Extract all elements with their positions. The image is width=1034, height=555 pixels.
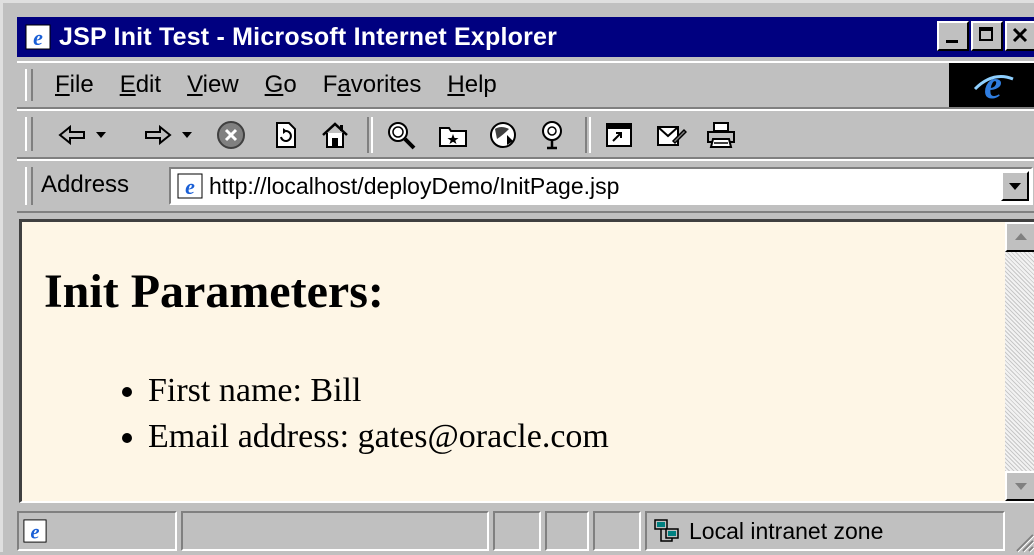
channels-icon <box>542 121 562 150</box>
page-status-icon: e <box>23 519 47 543</box>
page-icon: e <box>177 173 203 199</box>
status-panel-zone: Local intranet zone <box>645 511 1005 551</box>
close-button[interactable] <box>1005 21 1034 51</box>
browser-window: e JSP Init Test - Microsoft Internet Exp… <box>0 0 1034 555</box>
back-icon <box>58 124 106 146</box>
fullscreen-button[interactable] <box>601 117 637 153</box>
arrow-up-icon <box>1015 233 1027 240</box>
address-dropdown-button[interactable] <box>1001 171 1029 201</box>
address-grip[interactable] <box>25 167 33 205</box>
menu-favorites[interactable]: Favorites <box>323 71 422 99</box>
menu-grip[interactable] <box>25 69 33 101</box>
zone-label: Local intranet zone <box>689 517 884 544</box>
favorites-button[interactable] <box>435 117 471 153</box>
menu-view[interactable]: View <box>187 71 239 99</box>
resize-grip-icon[interactable] <box>1011 529 1034 553</box>
toolbar-grip[interactable] <box>25 117 33 151</box>
address-input[interactable]: e http://localhost/deployDemo/InitPage.j… <box>169 167 1033 205</box>
svg-text:e: e <box>984 65 1002 105</box>
ie-logo-icon: e <box>973 65 1014 105</box>
page-content: Init Parameters: First name: Bill Email … <box>22 222 1002 501</box>
list-item: First name: Bill <box>148 368 609 414</box>
maximize-icon <box>979 27 993 41</box>
minimize-button[interactable] <box>937 21 969 51</box>
toolbar-separator <box>367 117 373 153</box>
menu-help[interactable]: Help <box>447 71 496 99</box>
arrow-down-icon <box>1015 483 1027 490</box>
stop-button[interactable] <box>213 117 249 153</box>
print-button[interactable] <box>703 117 739 153</box>
stop-icon <box>217 121 245 149</box>
address-bar: Address e http://localhost/deployDemo/In… <box>17 159 1034 213</box>
back-button[interactable] <box>51 117 117 153</box>
menu-file[interactable]: File <box>55 71 94 99</box>
mail-button[interactable] <box>653 117 689 153</box>
page-heading: Init Parameters: <box>44 265 384 318</box>
history-button[interactable] <box>485 117 521 153</box>
menu-go[interactable]: Go <box>265 71 297 99</box>
param-list: First name: Bill Email address: gates@or… <box>108 368 609 460</box>
svg-text:e: e <box>30 521 39 543</box>
print-icon <box>707 122 735 148</box>
menu-bar: File Edit View Go Favorites Help e <box>17 61 1034 109</box>
mail-icon <box>657 126 687 146</box>
forward-icon <box>145 124 192 146</box>
fullscreen-icon <box>606 123 632 147</box>
list-item: Email address: gates@oracle.com <box>148 414 609 460</box>
ie-page-icon: e <box>23 22 53 52</box>
status-panel-main: e <box>17 511 177 551</box>
intranet-zone-icon <box>654 519 679 542</box>
svg-text:e: e <box>185 174 195 199</box>
toolbar-separator <box>585 117 591 153</box>
close-icon <box>1012 27 1028 43</box>
search-icon <box>388 122 416 150</box>
status-panel <box>493 511 541 551</box>
status-panel-progress <box>181 511 489 551</box>
status-bar: e Local intranet zone <box>17 507 1034 555</box>
status-panel <box>593 511 641 551</box>
refresh-icon <box>276 122 296 148</box>
svg-text:e: e <box>33 25 43 50</box>
address-url[interactable]: http://localhost/deployDemo/InitPage.jsp <box>209 173 619 200</box>
maximize-button[interactable] <box>971 21 1003 51</box>
forward-button[interactable] <box>137 117 203 153</box>
home-button[interactable] <box>317 117 353 153</box>
page-viewport: Init Parameters: First name: Bill Email … <box>19 219 1034 503</box>
standard-toolbar <box>17 109 1034 159</box>
history-icon <box>490 122 516 148</box>
address-label: Address <box>41 171 130 198</box>
search-button[interactable] <box>383 117 419 153</box>
ie-logo: e <box>949 63 1034 107</box>
status-panel <box>545 511 589 551</box>
home-icon <box>322 122 348 148</box>
title-bar[interactable]: e JSP Init Test - Microsoft Internet Exp… <box>17 17 1034 57</box>
menu-edit[interactable]: Edit <box>120 71 161 99</box>
window-title: JSP Init Test - Microsoft Internet Explo… <box>59 22 558 51</box>
refresh-button[interactable] <box>267 117 303 153</box>
channels-button[interactable] <box>535 117 571 153</box>
scroll-up-button[interactable] <box>1005 222 1034 252</box>
chevron-down-icon <box>1009 183 1021 190</box>
scroll-down-button[interactable] <box>1005 471 1034 501</box>
favorites-icon <box>439 127 467 147</box>
vertical-scrollbar[interactable] <box>1005 222 1034 501</box>
minimize-icon <box>946 40 958 43</box>
